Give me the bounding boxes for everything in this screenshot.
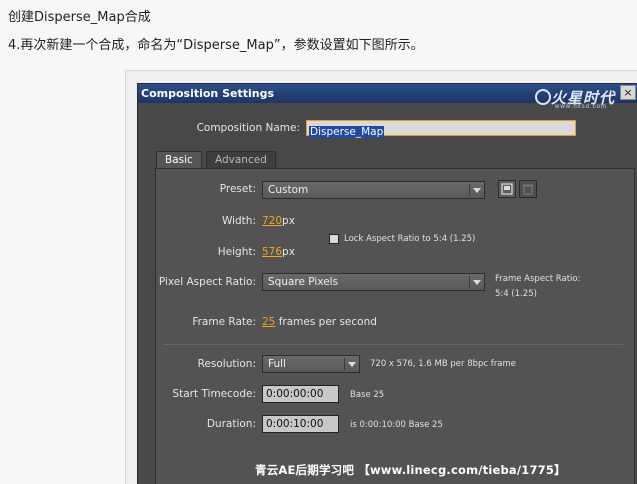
height-label: Height: xyxy=(217,246,256,258)
pixel-aspect-label: Pixel Aspect Ratio: xyxy=(158,276,256,288)
resolution-info: 720 x 576, 1.6 MB per 8bpc frame xyxy=(370,359,516,369)
tab-basic[interactable]: Basic xyxy=(156,151,202,168)
lock-aspect-label: Lock Aspect Ratio to 5:4 (1.25) xyxy=(344,234,476,244)
pixel-aspect-dropdown[interactable]: Square Pixels xyxy=(262,273,485,291)
frame-rate-value[interactable]: 25 xyxy=(262,316,275,328)
chevron-down-icon xyxy=(469,184,481,196)
article-step-text: 4.再次新建一个合成，命名为“Disperse_Map”，参数设置如下图所示。 xyxy=(8,38,424,53)
logo-url: www.hxsd.com xyxy=(555,104,608,110)
height-unit: px xyxy=(282,246,295,258)
logo-mark-icon xyxy=(535,89,551,105)
duration-input[interactable]: 0:00:10:00 xyxy=(262,415,339,433)
start-timecode-label: Start Timecode: xyxy=(172,388,256,400)
frame-aspect-value: 5:4 (1.25) xyxy=(495,289,537,299)
chevron-down-icon xyxy=(469,276,481,288)
pixel-aspect-value: Square Pixels xyxy=(268,276,339,288)
dialog-title: Composition Settings xyxy=(141,87,275,100)
chevron-down-icon xyxy=(344,358,356,370)
frame-rate-label: Frame Rate: xyxy=(192,316,256,328)
section-divider xyxy=(163,344,623,345)
duration-label: Duration: xyxy=(206,418,256,430)
lock-aspect-checkbox[interactable] xyxy=(329,234,339,244)
resolution-label: Resolution: xyxy=(197,358,256,370)
composition-name-input[interactable]: Disperse_Map xyxy=(306,120,576,138)
preset-dropdown[interactable]: Custom xyxy=(262,181,485,199)
frame-aspect-label: Frame Aspect Ratio: xyxy=(495,274,581,284)
resolution-value: Full xyxy=(268,358,286,370)
trash-icon xyxy=(523,184,533,195)
height-value[interactable]: 576 xyxy=(262,246,282,258)
width-label: Width: xyxy=(221,215,256,227)
preset-label: Preset: xyxy=(219,183,256,195)
height-field: 576px xyxy=(262,246,295,258)
save-preset-button[interactable] xyxy=(498,180,516,198)
hxsd-logo: 火星时代 www.hxsd.com xyxy=(533,83,637,113)
start-timecode-base: Base 25 xyxy=(350,390,385,400)
save-preset-icon xyxy=(501,183,513,195)
composition-name-value: Disperse_Map xyxy=(309,126,385,138)
delete-preset-button[interactable] xyxy=(519,180,537,198)
composition-settings-dialog: Composition Settings × 火星时代 www.hxsd.com… xyxy=(137,83,637,484)
article-heading: 创建Disperse_Map合成 xyxy=(8,10,151,25)
width-value[interactable]: 720 xyxy=(262,215,282,227)
start-timecode-input[interactable]: 0:00:00:00 xyxy=(262,385,339,403)
width-field: 720px xyxy=(262,215,295,227)
width-unit: px xyxy=(282,215,295,227)
tab-advanced[interactable]: Advanced xyxy=(206,151,276,168)
watermark-text: 青云AE后期学习吧 【www.linecg.com/tieba/1775】 xyxy=(255,463,566,477)
duration-info: is 0:00:10:00 Base 25 xyxy=(350,420,443,430)
frame-rate-field: 25 frames per second xyxy=(262,316,377,328)
composition-name-label: Composition Name: xyxy=(196,122,300,134)
frame-rate-unit: frames per second xyxy=(278,316,377,328)
preset-value: Custom xyxy=(268,184,309,196)
resolution-dropdown[interactable]: Full xyxy=(262,355,360,373)
